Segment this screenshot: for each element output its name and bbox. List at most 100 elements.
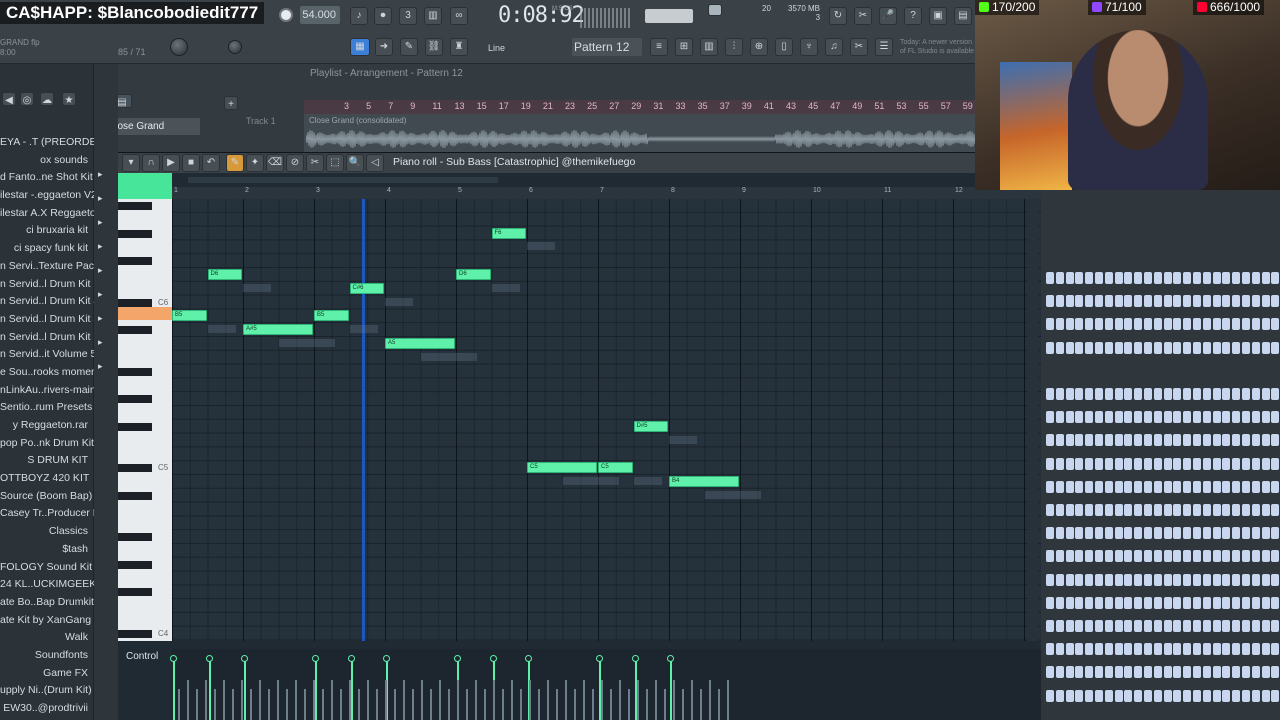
step-pad[interactable] — [1095, 480, 1103, 493]
step-pad[interactable] — [1193, 295, 1201, 308]
step-pad[interactable] — [1222, 318, 1231, 331]
release-bar[interactable] — [682, 689, 684, 720]
step-pad[interactable] — [1212, 434, 1221, 447]
step-pad[interactable] — [1134, 272, 1143, 284]
step-pad[interactable] — [1153, 573, 1162, 586]
step-pad[interactable] — [1144, 341, 1152, 354]
step-pad[interactable] — [1104, 457, 1113, 470]
step-pad[interactable] — [1075, 504, 1084, 516]
step-pad[interactable] — [1046, 666, 1054, 679]
step-pad[interactable] — [1163, 643, 1172, 656]
step-pad[interactable] — [1193, 318, 1201, 331]
step-pad[interactable] — [1202, 666, 1211, 679]
velocity-bar[interactable] — [208, 661, 211, 720]
step-pad[interactable] — [1271, 666, 1280, 679]
step-pad[interactable] — [1173, 434, 1182, 447]
step-pad[interactable] — [1153, 295, 1162, 308]
channel-tag[interactable]: ▸ — [98, 360, 112, 372]
step-pad[interactable] — [1134, 643, 1143, 656]
black-key[interactable] — [118, 229, 152, 238]
release-bar[interactable] — [574, 689, 576, 720]
midi-note[interactable]: D6 — [207, 269, 242, 280]
step-pad[interactable] — [1183, 318, 1192, 331]
step-pad[interactable] — [1261, 596, 1270, 609]
velocity-handle[interactable] — [631, 655, 639, 662]
step-pad[interactable] — [1193, 527, 1201, 540]
release-bar[interactable] — [493, 680, 495, 720]
step-pad[interactable] — [1124, 388, 1133, 400]
release-bar[interactable] — [232, 689, 234, 720]
step-pad[interactable] — [1251, 666, 1260, 679]
step-pad[interactable] — [1222, 573, 1231, 586]
step-pad[interactable] — [1232, 457, 1241, 470]
step-pad[interactable] — [1271, 318, 1280, 331]
step-pad[interactable] — [1085, 411, 1094, 424]
master-pitch-knob[interactable] — [228, 40, 242, 54]
step-pad[interactable] — [1173, 596, 1182, 609]
black-key[interactable] — [118, 395, 152, 404]
step-pad[interactable] — [1085, 620, 1094, 632]
step-pad[interactable] — [1251, 689, 1260, 702]
step-pad[interactable] — [1193, 457, 1201, 470]
step-pad[interactable] — [1222, 666, 1231, 679]
link-icon[interactable]: ⛓ — [425, 38, 443, 56]
step-pad[interactable] — [1242, 411, 1250, 424]
step-pad[interactable] — [1153, 666, 1162, 679]
step-pad[interactable] — [1104, 573, 1113, 586]
step-pad[interactable] — [1065, 411, 1074, 424]
channel-tag[interactable]: ▸ — [98, 264, 112, 276]
step-pad[interactable] — [1271, 689, 1280, 702]
step-pad[interactable] — [1232, 434, 1241, 447]
step-pad[interactable] — [1232, 620, 1241, 632]
step-pad[interactable] — [1251, 318, 1260, 331]
step-pad[interactable] — [1114, 573, 1123, 586]
black-key[interactable] — [118, 257, 152, 266]
step-pad[interactable] — [1212, 689, 1221, 702]
release-bar[interactable] — [520, 689, 522, 720]
step-pad[interactable] — [1095, 666, 1103, 679]
play-icon[interactable]: ▶ — [162, 154, 180, 172]
browser-item[interactable]: ilestar A.X Reggaeton — [0, 205, 94, 223]
step-pad[interactable] — [1046, 295, 1054, 308]
step-pad[interactable] — [1242, 596, 1250, 609]
step-pad[interactable] — [1212, 666, 1221, 679]
step-pad[interactable] — [1085, 550, 1094, 563]
step-pad[interactable] — [1242, 295, 1250, 308]
release-bar[interactable] — [421, 680, 423, 720]
browser-item[interactable]: Sentio..rum Presets — [0, 399, 94, 417]
step-pad[interactable] — [1124, 527, 1133, 540]
channel-rack-icon[interactable]: ⊞ — [675, 38, 693, 56]
black-key[interactable] — [118, 629, 152, 638]
step-pad[interactable] — [1232, 596, 1241, 609]
master-volume-knob[interactable] — [170, 38, 188, 56]
step-pad[interactable] — [1144, 480, 1152, 493]
step-pad[interactable] — [1232, 643, 1241, 656]
step-pad[interactable] — [1173, 272, 1182, 284]
step-pad[interactable] — [1144, 388, 1152, 400]
cloud-icon[interactable]: ☁ — [40, 92, 54, 106]
step-pad[interactable] — [1183, 527, 1192, 540]
help-icon[interactable]: ? — [904, 7, 922, 25]
step-pad[interactable] — [1055, 272, 1064, 284]
step-pad[interactable] — [1202, 527, 1211, 540]
step-pad[interactable] — [1193, 388, 1201, 400]
step-pad[interactable] — [1065, 527, 1074, 540]
piano-keyboard[interactable]: C6 C5 C4 — [118, 199, 172, 641]
piano-roll-icon[interactable]: ▥ — [700, 38, 718, 56]
step-pad[interactable] — [1046, 457, 1054, 470]
step-pad[interactable] — [1134, 480, 1143, 493]
step-pad[interactable] — [1065, 388, 1074, 400]
velocity-handle[interactable] — [525, 655, 532, 662]
step-pad[interactable] — [1183, 573, 1192, 586]
browser-item[interactable]: 24 KL..UCKIMGEEKED — [0, 576, 94, 594]
step-pad[interactable] — [1183, 643, 1192, 656]
slice-tool-icon[interactable]: ✂ — [306, 154, 324, 172]
playlist-icon[interactable]: ≡ — [650, 38, 668, 56]
browser-item[interactable]: n Servid..it Volume 5 — [0, 346, 94, 364]
release-bar[interactable] — [565, 680, 567, 720]
step-pad[interactable] — [1095, 689, 1103, 702]
step-pad[interactable] — [1163, 620, 1172, 632]
release-bar[interactable] — [673, 680, 675, 720]
midi-note[interactable]: B5 — [172, 310, 207, 322]
browser-item[interactable]: n Servid..l Drum Kit 5 — [0, 311, 94, 329]
